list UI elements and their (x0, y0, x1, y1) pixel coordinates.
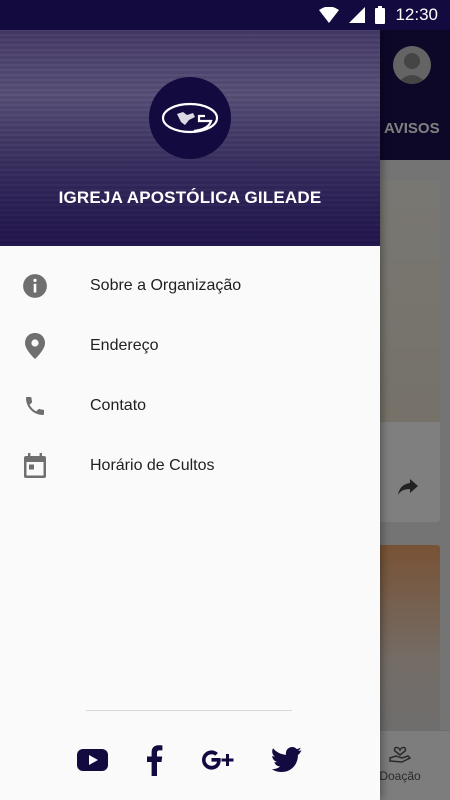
navigation-drawer: IGREJA APOSTÓLICA GILEADE Sobre a Organi… (0, 30, 380, 800)
social-links (0, 740, 380, 780)
battery-icon (375, 6, 386, 24)
menu-item-contact[interactable]: Contato (0, 376, 380, 436)
phone-icon (22, 393, 48, 419)
menu-item-address[interactable]: Endereço (0, 316, 380, 376)
menu-item-service-times[interactable]: Horário de Cultos (0, 436, 380, 496)
menu-item-label: Endereço (90, 337, 159, 354)
youtube-icon[interactable] (77, 740, 108, 780)
facebook-icon[interactable] (145, 740, 163, 780)
google-plus-icon[interactable] (201, 740, 235, 780)
drawer-header: IGREJA APOSTÓLICA GILEADE (0, 30, 380, 246)
wifi-icon (319, 7, 340, 23)
status-time: 12:30 (395, 5, 438, 24)
divider (86, 710, 292, 711)
menu-item-label: Horário de Cultos (90, 457, 215, 474)
calendar-icon (22, 453, 48, 479)
signal-icon (349, 7, 366, 23)
menu-item-label: Contato (90, 397, 147, 414)
menu-item-label: Sobre a Organização (90, 277, 242, 294)
church-logo (149, 77, 231, 159)
organization-name: IGREJA APOSTÓLICA GILEADE (58, 188, 322, 207)
info-icon (22, 273, 48, 299)
drawer-menu: Sobre a Organização Endereço Contato Hor… (0, 256, 380, 496)
menu-item-about[interactable]: Sobre a Organização (0, 256, 380, 316)
status-bar: 12:30 (0, 0, 450, 30)
twitter-icon[interactable] (272, 740, 302, 780)
location-pin-icon (22, 333, 48, 359)
